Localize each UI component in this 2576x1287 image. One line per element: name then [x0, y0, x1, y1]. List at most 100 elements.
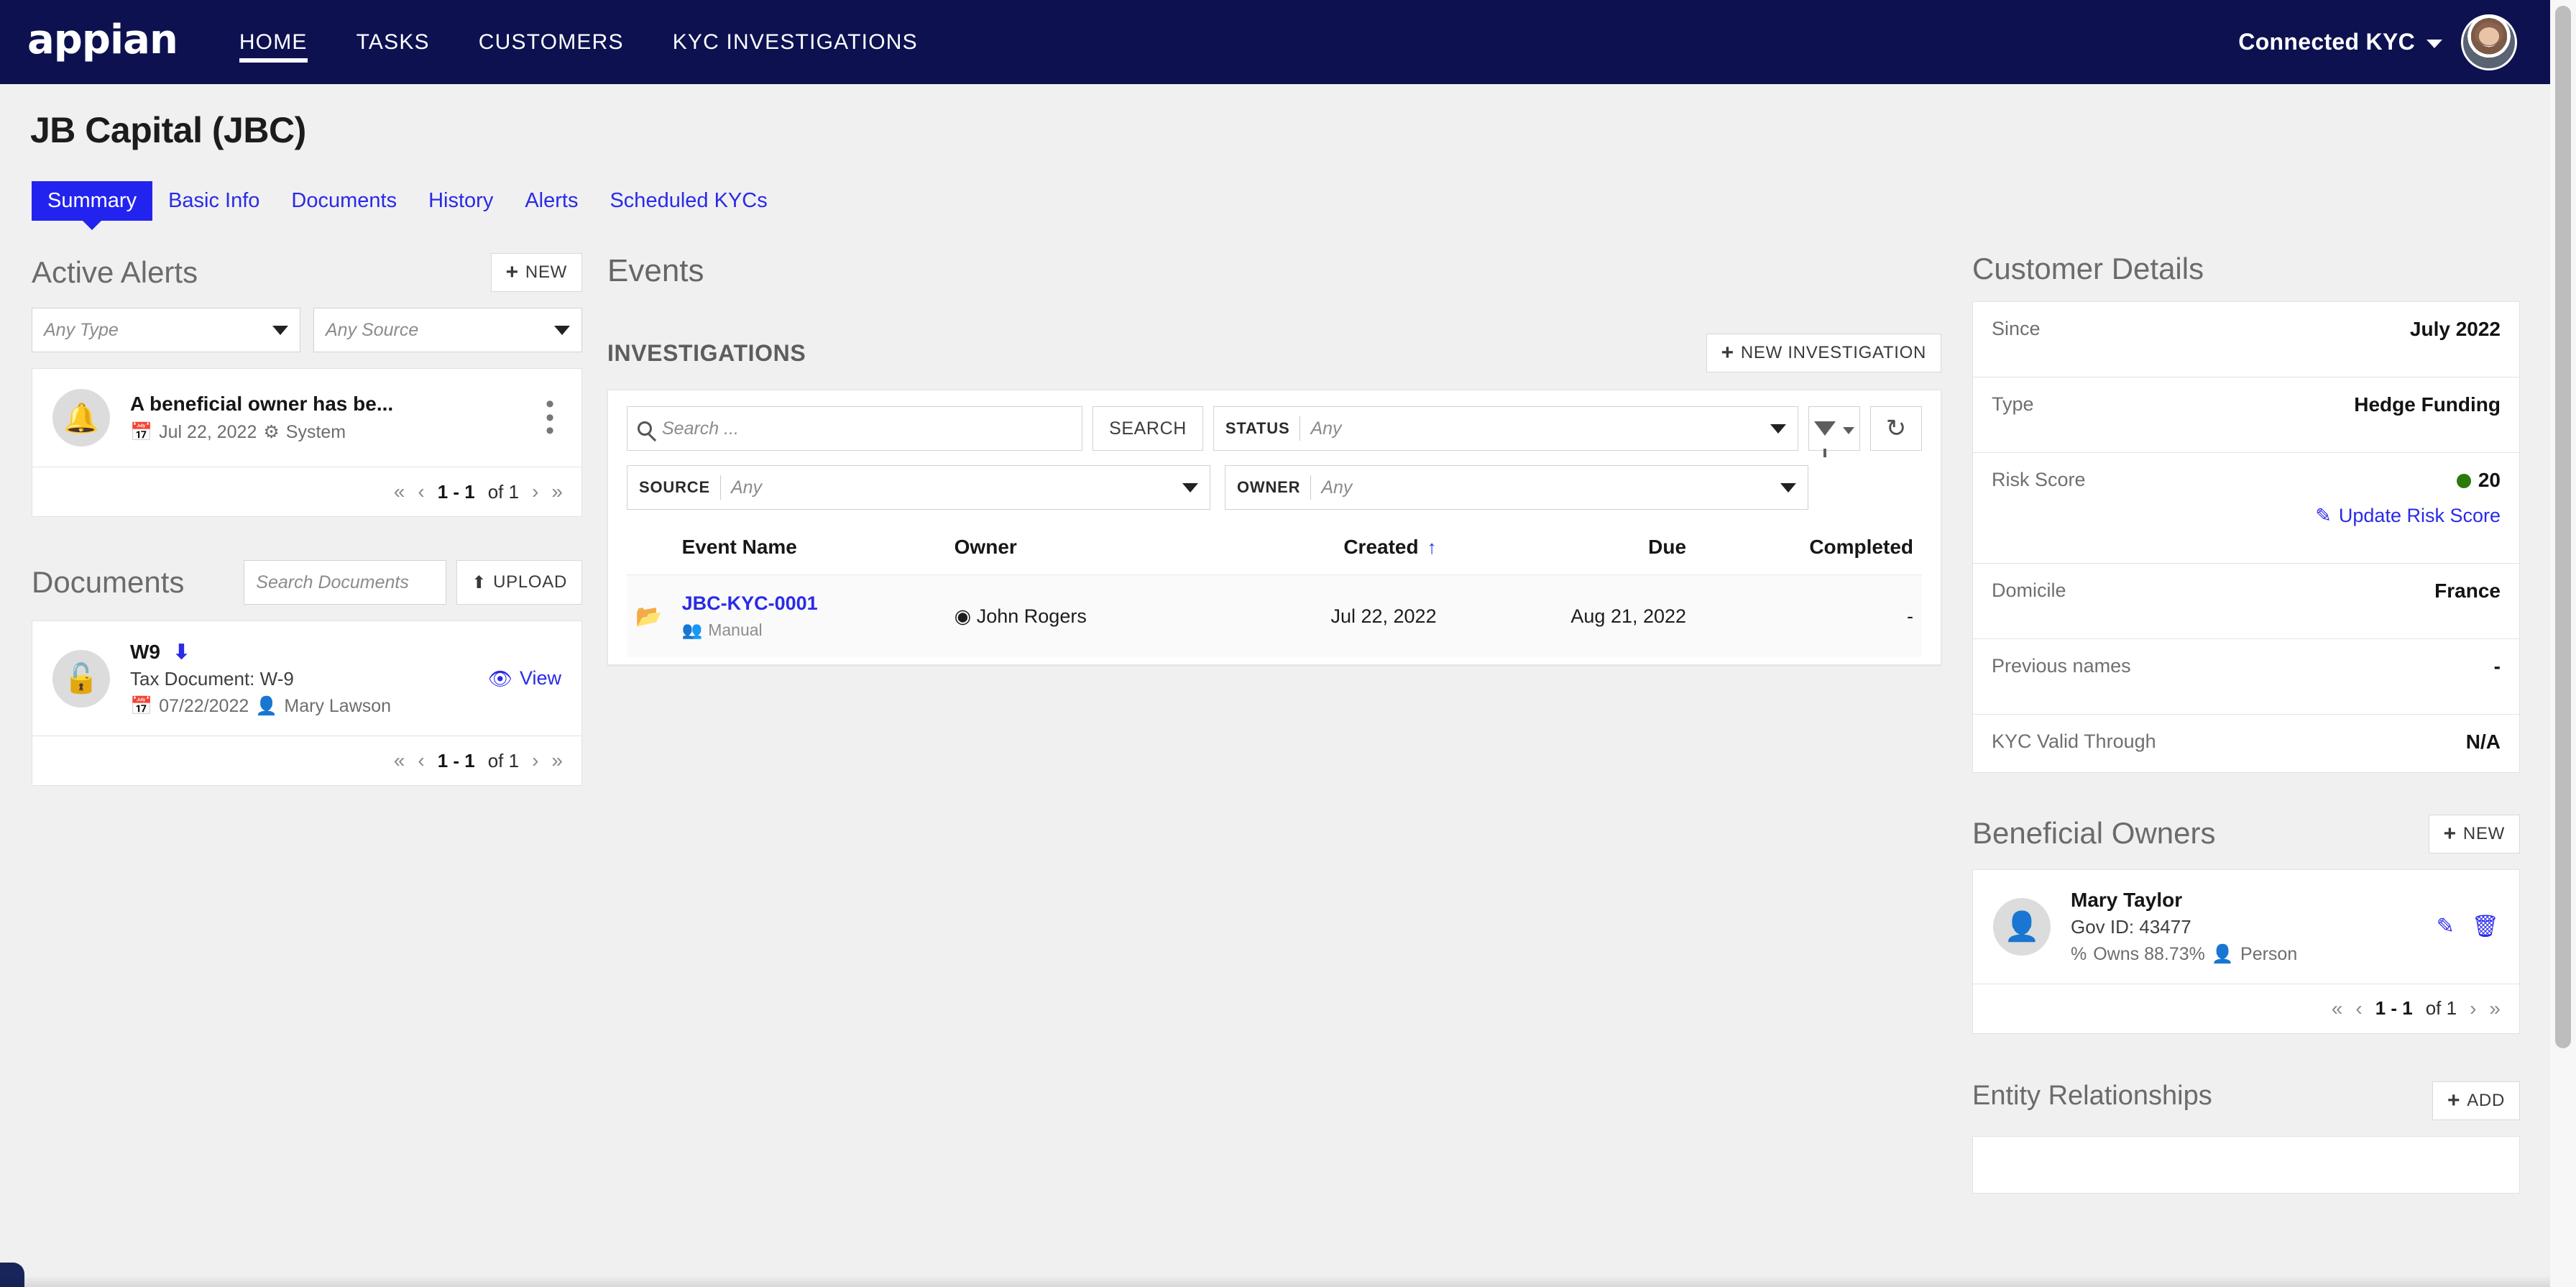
- user-menu[interactable]: Connected KYC: [2238, 14, 2517, 70]
- people-icon: 👥: [681, 620, 703, 639]
- vertical-scrollbar[interactable]: [2550, 0, 2576, 1287]
- status-filter[interactable]: STATUS Any: [1213, 406, 1799, 451]
- pager-next-button[interactable]: ›: [2470, 997, 2476, 1020]
- alert-item-meta: 📅 Jul 22, 2022 ⚙ System: [130, 421, 538, 443]
- detail-label: Type: [1992, 393, 2034, 415]
- filter-button[interactable]: [1808, 406, 1861, 457]
- person-icon: 👤: [255, 696, 278, 716]
- add-entity-relationship-button[interactable]: + ADD: [2432, 1081, 2520, 1120]
- detail-row-risk-score: Risk Score 20 ✎ Update Risk Score: [1973, 453, 2519, 564]
- nav-link-customers[interactable]: CUSTOMERS: [479, 0, 624, 84]
- percent-icon: %: [2071, 943, 2087, 964]
- person-icon: 👤: [1993, 897, 2051, 956]
- beneficial-owner-name: Mary Taylor: [2071, 888, 2183, 911]
- tab-history[interactable]: History: [413, 181, 509, 221]
- alert-type-filter[interactable]: Any Type: [32, 308, 300, 352]
- sort-ascending-icon: ↑: [1427, 536, 1437, 558]
- alerts-pager: « ‹ 1 - 1 of 1 › »: [32, 467, 581, 516]
- tab-alerts[interactable]: Alerts: [509, 181, 594, 221]
- chevron-down-icon: [554, 325, 570, 335]
- upload-icon: ⬆: [472, 572, 487, 592]
- th-owner[interactable]: Owner: [945, 528, 1196, 575]
- pager-first-button[interactable]: «: [394, 480, 405, 503]
- th-created[interactable]: Created ↑: [1195, 528, 1445, 575]
- detail-value: -: [2493, 654, 2501, 677]
- owner-filter-label: OWNER: [1237, 478, 1301, 496]
- document-name-text: W9: [130, 641, 160, 663]
- events-title: Events: [607, 253, 704, 288]
- pager-range: 1 - 1: [437, 749, 475, 771]
- chevron-down-icon: [272, 325, 288, 335]
- source-filter[interactable]: SOURCE Any: [627, 465, 1210, 510]
- new-beneficial-owner-button[interactable]: + NEW: [2428, 814, 2520, 853]
- investigations-search-button[interactable]: SEARCH: [1092, 406, 1203, 451]
- owner-filter-value: Any: [1321, 477, 1353, 498]
- detail-value: July 2022: [2409, 317, 2501, 340]
- th-event-name[interactable]: Event Name: [673, 528, 946, 575]
- nav-link-tasks[interactable]: TASKS: [356, 0, 430, 84]
- alert-item-date: Jul 22, 2022: [159, 421, 257, 442]
- view-document-button[interactable]: 👁 View: [488, 667, 561, 690]
- tab-basic-info[interactable]: Basic Info: [152, 181, 275, 221]
- documents-search-input[interactable]: Search Documents: [244, 560, 447, 605]
- download-icon[interactable]: ⬇: [173, 641, 190, 663]
- update-risk-score-button[interactable]: ✎ Update Risk Score: [2315, 505, 2501, 527]
- alert-item-menu-button[interactable]: • • •: [538, 392, 561, 443]
- th-completed[interactable]: Completed: [1695, 528, 1922, 575]
- beneficial-owner-meta: % Owns 88.73% 👤 Person: [2071, 944, 2437, 965]
- delete-trash-icon[interactable]: 🗑: [2472, 914, 2499, 939]
- pager-first-button[interactable]: «: [394, 749, 405, 772]
- pager-last-button[interactable]: »: [2489, 997, 2501, 1020]
- upload-document-button[interactable]: ⬆ UPLOAD: [456, 560, 582, 605]
- pager-prev-button[interactable]: ‹: [418, 480, 424, 503]
- pager-prev-button[interactable]: ‹: [2355, 997, 2362, 1020]
- vertical-scrollbar-thumb[interactable]: [2555, 6, 2571, 1048]
- bottom-edge-shadow: [0, 1277, 2550, 1287]
- new-investigation-button[interactable]: + NEW INVESTIGATION: [1706, 334, 1941, 372]
- nav-link-home[interactable]: HOME: [239, 0, 308, 84]
- beneficial-owner-body: Mary Taylor Gov ID: 43477 % Owns 88.73% …: [2071, 889, 2437, 965]
- refresh-icon: ↻: [1885, 415, 1907, 442]
- left-column: Active Alerts + NEW Any Type Any Source …: [32, 253, 582, 786]
- person-icon: 👤: [2211, 943, 2235, 964]
- appian-logo[interactable]: appian: [27, 17, 178, 63]
- row-owner-value: John Rogers: [976, 605, 1087, 627]
- documents-header: Documents Search Documents ⬆ UPLOAD: [32, 560, 582, 605]
- pager-next-button[interactable]: ›: [532, 749, 538, 772]
- investigations-filter-row-2: SOURCE Any OWNER Any: [627, 465, 1922, 510]
- nav-link-kyc-investigations[interactable]: KYC INVESTIGATIONS: [673, 0, 918, 84]
- pager-first-button[interactable]: «: [2332, 997, 2343, 1020]
- pager-next-button[interactable]: ›: [532, 480, 538, 503]
- avatar[interactable]: [2461, 14, 2517, 70]
- table-row[interactable]: 📂 JBC-KYC-0001 👥 Manual ◉ John Rogers Ju…: [627, 574, 1922, 657]
- event-name-link[interactable]: JBC-KYC-0001: [682, 592, 937, 615]
- eye-icon: 👁: [487, 667, 512, 690]
- active-alerts-title: Active Alerts: [32, 255, 198, 289]
- edit-pencil-icon[interactable]: ✎: [2437, 914, 2455, 939]
- add-entity-relationship-label: ADD: [2467, 1090, 2505, 1110]
- pager-last-button[interactable]: »: [551, 749, 563, 772]
- beneficial-owners-title: Beneficial Owners: [1972, 816, 2216, 851]
- alert-list-item[interactable]: 🔔 A beneficial owner has be... 📅 Jul 22,…: [32, 369, 581, 467]
- status-filter-value: Any: [1310, 418, 1342, 439]
- investigations-search-input[interactable]: Search ...: [627, 406, 1083, 451]
- plus-icon: +: [2443, 821, 2457, 846]
- beneficial-owners-header: Beneficial Owners + NEW: [1972, 814, 2520, 853]
- tab-documents[interactable]: Documents: [275, 181, 413, 221]
- investigations-header: INVESTIGATIONS + NEW INVESTIGATION: [607, 334, 1941, 372]
- event-source-label: Manual: [708, 620, 763, 639]
- tab-scheduled-kycs[interactable]: Scheduled KYCs: [594, 181, 783, 221]
- document-list-item[interactable]: 🔓 W9 ⬇ Tax Document: W-9 📅 07/22/2022 👤 …: [32, 621, 581, 736]
- pager-prev-button[interactable]: ‹: [418, 749, 424, 772]
- detail-label: Domicile: [1992, 579, 2066, 601]
- alert-source-filter[interactable]: Any Source: [313, 308, 582, 352]
- new-alert-button-label: NEW: [525, 262, 567, 282]
- beneficial-owner-item[interactable]: 👤 Mary Taylor Gov ID: 43477 % Owns 88.73…: [1973, 870, 2519, 984]
- refresh-button[interactable]: ↻: [1870, 406, 1923, 451]
- new-alert-button[interactable]: + NEW: [490, 253, 582, 292]
- th-due[interactable]: Due: [1445, 528, 1696, 575]
- pager-last-button[interactable]: »: [551, 480, 563, 503]
- tab-summary[interactable]: Summary: [32, 181, 153, 230]
- owner-filter[interactable]: OWNER Any: [1225, 465, 1808, 510]
- documents-title: Documents: [32, 564, 185, 599]
